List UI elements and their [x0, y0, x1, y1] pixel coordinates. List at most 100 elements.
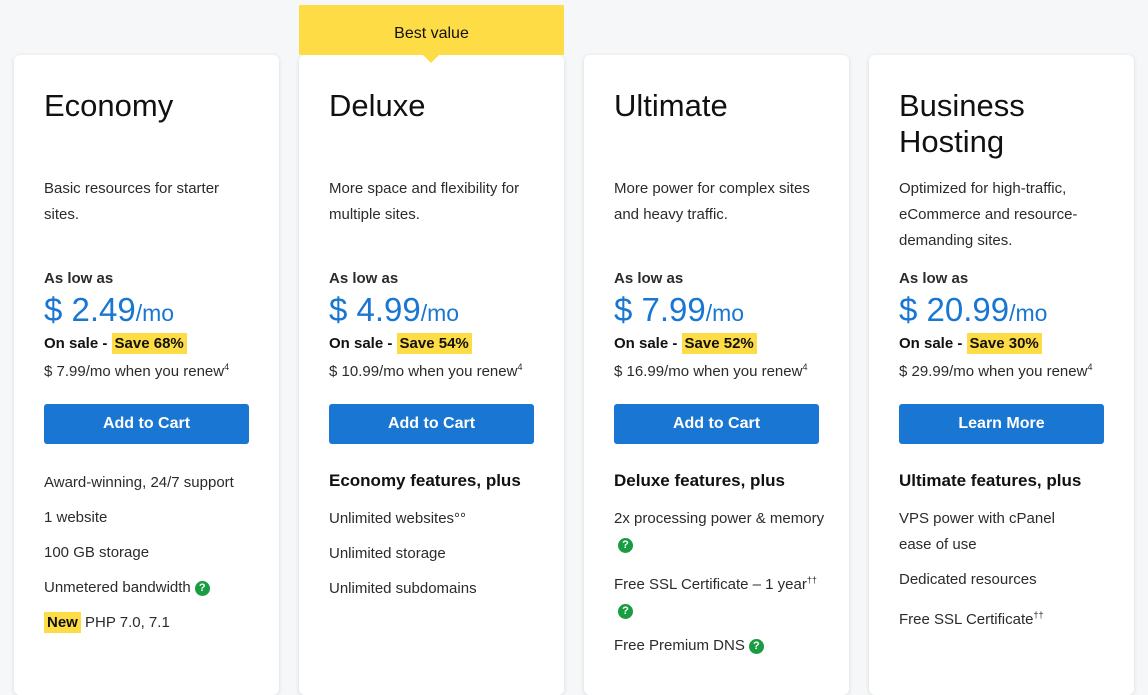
price-period: /mo	[135, 300, 175, 326]
plan-description: More power for complex sites and heavy t…	[614, 180, 810, 223]
feature-heading: Deluxe features, plus	[614, 471, 786, 490]
price-period: /mo	[420, 300, 460, 326]
plan-description: Optimized for high-traffic, eCommerce an…	[899, 180, 1078, 249]
feature-item: 1 website	[44, 505, 259, 531]
feature-list: 2x processing power & memory? Free SSL C…	[614, 506, 829, 668]
plan-description: More space and flexibility for multiple …	[329, 180, 520, 223]
feature-item: 2x processing power & memory?	[614, 506, 829, 558]
sale-line: On sale - Save 68%	[44, 333, 187, 354]
save-badge: Save 54%	[396, 333, 472, 354]
save-badge: Save 30%	[966, 333, 1042, 354]
best-value-badge: Best value	[299, 5, 564, 55]
plan-title: Business Hosting	[899, 88, 1025, 159]
renew-footnote: 4	[1087, 362, 1093, 372]
plan-title: Deluxe	[329, 88, 426, 123]
feature-text: Award-winning, 24/7 support	[44, 474, 234, 491]
save-badge: Save 52%	[681, 333, 757, 354]
plan-title: Ultimate	[614, 88, 728, 123]
price-amount: $ 7.99	[614, 291, 706, 328]
sale-line: On sale - Save 54%	[329, 333, 472, 354]
plan-price: $ 20.99/mo	[899, 291, 1047, 329]
feature-text: Dedicated resources	[899, 571, 1037, 588]
feature-list: Unlimited websites°° Unlimited storage U…	[329, 506, 544, 611]
add-to-cart-button[interactable]: Add to Cart	[329, 404, 534, 444]
sale-prefix: On sale -	[614, 335, 678, 352]
feature-text: 2x processing power & memory	[614, 510, 825, 527]
plan-title: Economy	[44, 88, 174, 123]
feature-text: Unlimited websites°°	[329, 510, 467, 527]
feature-text: VPS power with cPanel ease of use	[899, 510, 1055, 553]
renew-text: $ 10.99/mo when you renew	[329, 363, 518, 380]
renew-text: $ 29.99/mo when you renew	[899, 363, 1088, 380]
feature-item: Dedicated resources	[899, 567, 1114, 593]
feature-heading: Economy features, plus	[329, 471, 521, 490]
feature-footnote: ††	[806, 575, 817, 585]
feature-item: Free SSL Certificate††	[899, 602, 1114, 633]
plan-price: $ 7.99/mo	[614, 291, 744, 329]
plan-price: $ 2.49/mo	[44, 291, 174, 329]
renew-text: $ 7.99/mo when you renew	[44, 363, 225, 380]
plan-description: Basic resources for starter sites.	[44, 180, 220, 223]
renew-price: $ 29.99/mo when you renew4	[899, 362, 1092, 380]
feature-item: VPS power with cPanel ease of use	[899, 506, 1084, 558]
plan-price: $ 4.99/mo	[329, 291, 459, 329]
save-badge: Save 68%	[111, 333, 187, 354]
renew-footnote: 4	[802, 362, 808, 372]
feature-item: Unlimited subdomains	[329, 576, 544, 602]
price-period: /mo	[1009, 300, 1048, 326]
renew-footnote: 4	[224, 362, 230, 372]
renew-price: $ 16.99/mo when you renew4	[614, 362, 807, 380]
feature-text: Free SSL Certificate – 1 year	[614, 576, 807, 593]
plan-card-ultimate: Ultimate More power for complex sites an…	[584, 55, 849, 695]
as-low-as-label: As low as	[614, 270, 684, 287]
plan-card-business-hosting: Business Hosting Optimized for high-traf…	[869, 55, 1134, 695]
add-to-cart-button[interactable]: Add to Cart	[614, 404, 819, 444]
price-amount: $ 4.99	[329, 291, 421, 328]
renew-text: $ 16.99/mo when you renew	[614, 363, 803, 380]
feature-item: Unlimited websites°°	[329, 506, 544, 532]
as-low-as-label: As low as	[44, 270, 114, 287]
help-icon[interactable]: ?	[618, 537, 633, 553]
feature-text: Free SSL Certificate	[899, 611, 1034, 628]
sale-line: On sale - Save 30%	[899, 333, 1042, 354]
feature-text: PHP 7.0, 7.1	[80, 614, 170, 631]
feature-item: Free Premium DNS?	[614, 633, 829, 659]
price-amount: $ 20.99	[899, 291, 1010, 328]
feature-item: Unlimited storage	[329, 541, 544, 567]
renew-price: $ 10.99/mo when you renew4	[329, 362, 522, 380]
badge-pointer	[423, 55, 439, 63]
feature-item: Free SSL Certificate – 1 year††?	[614, 567, 829, 624]
learn-more-button[interactable]: Learn More	[899, 404, 1104, 444]
help-icon[interactable]: ?	[194, 580, 210, 596]
feature-item: Award-winning, 24/7 support	[44, 470, 259, 496]
feature-item: Unmetered bandwidth?	[44, 575, 259, 601]
sale-prefix: On sale -	[44, 335, 108, 352]
plan-card-deluxe: Deluxe More space and flexibility for mu…	[299, 55, 564, 695]
as-low-as-label: As low as	[329, 270, 399, 287]
feature-text: Unlimited storage	[329, 545, 446, 562]
plan-card-economy: Economy Basic resources for starter site…	[14, 55, 279, 695]
help-icon[interactable]: ?	[748, 638, 764, 654]
add-to-cart-button[interactable]: Add to Cart	[44, 404, 249, 444]
feature-text: 100 GB storage	[44, 544, 150, 561]
feature-text: Unmetered bandwidth	[44, 579, 191, 596]
feature-text: Unlimited subdomains	[329, 580, 477, 597]
feature-heading: Ultimate features, plus	[899, 471, 1082, 490]
feature-footnote: ††	[1033, 610, 1044, 620]
sale-line: On sale - Save 52%	[614, 333, 757, 354]
feature-list: VPS power with cPanel ease of use Dedica…	[899, 506, 1114, 642]
sale-prefix: On sale -	[899, 335, 963, 352]
feature-list: Award-winning, 24/7 support 1 website 10…	[44, 470, 259, 645]
sale-prefix: On sale -	[329, 335, 393, 352]
feature-item: 100 GB storage	[44, 540, 259, 566]
price-period: /mo	[705, 300, 745, 326]
price-amount: $ 2.49	[44, 291, 136, 328]
help-icon[interactable]: ?	[618, 603, 633, 619]
feature-item: New PHP 7.0, 7.1	[44, 610, 259, 636]
new-tag: New	[44, 612, 81, 633]
renew-footnote: 4	[517, 362, 523, 372]
renew-price: $ 7.99/mo when you renew4	[44, 362, 229, 380]
feature-text: 1 website	[44, 509, 108, 526]
as-low-as-label: As low as	[899, 270, 969, 287]
feature-text: Free Premium DNS	[614, 637, 745, 654]
